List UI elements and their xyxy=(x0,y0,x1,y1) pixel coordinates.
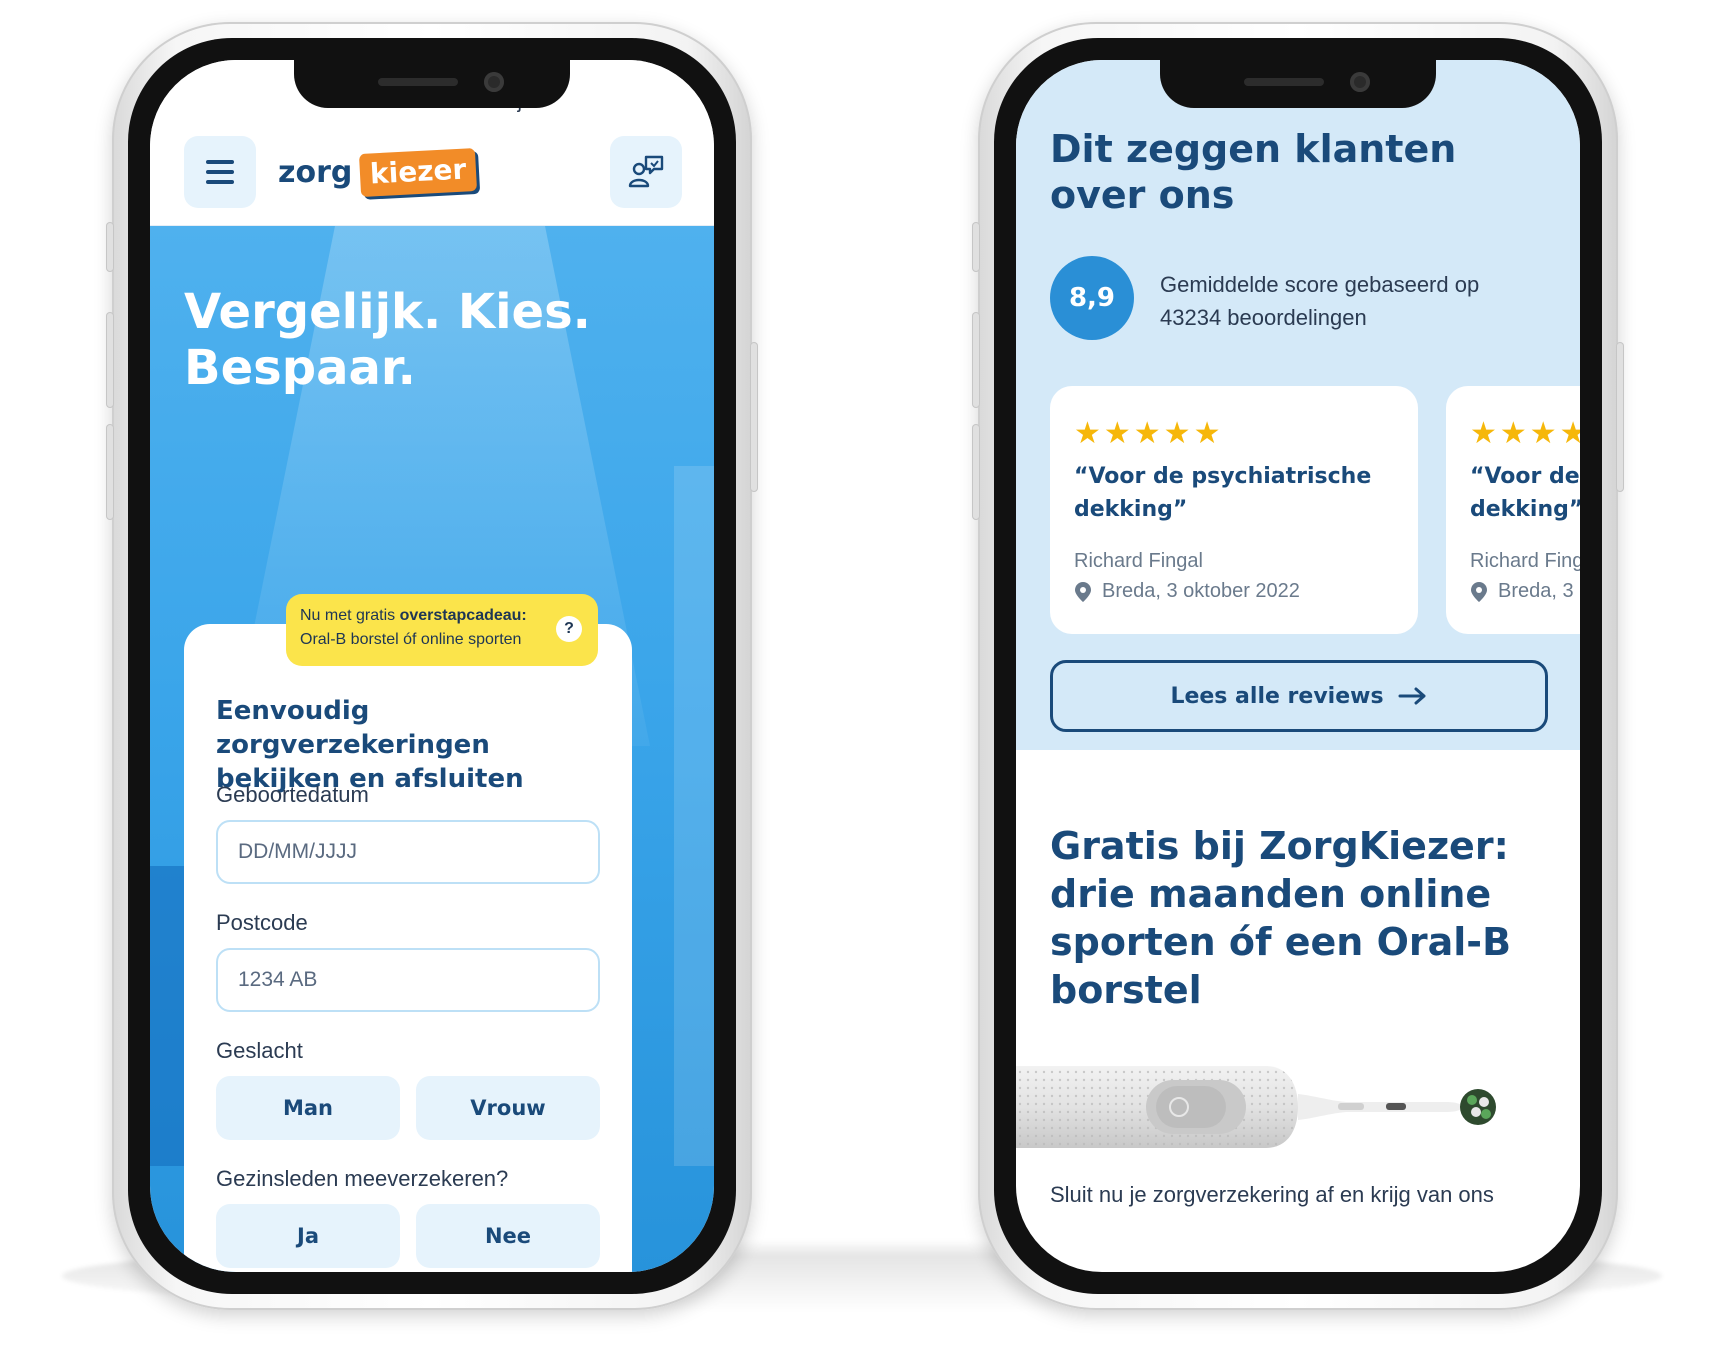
review-quote: “Voor de psychiatrische dekking” xyxy=(1470,464,1580,522)
family-yes-button[interactable]: Ja xyxy=(216,1204,400,1268)
hero-section: Vergelijk. Kies. Bespaar. Nu met gratis … xyxy=(150,226,714,1272)
reviews-title: Dit zeggen klanten over ons xyxy=(1050,127,1457,217)
read-all-reviews-label: Lees alle reviews xyxy=(1170,683,1384,709)
hero-title: Vergelijk. Kies. Bespaar. xyxy=(184,284,591,396)
phone-left: ✓ 100% onafhankelijk zorg kiezer xyxy=(106,22,758,1310)
location-pin-icon xyxy=(1471,581,1487,602)
mute-switch xyxy=(106,222,114,272)
score-description: Gemiddelde score gebaseerd op 43234 beoo… xyxy=(1160,272,1480,330)
phone-right: Dit zeggen klanten over ons 8,9 Gemiddel… xyxy=(972,22,1624,1310)
postcode-label: Postcode xyxy=(216,910,308,935)
site-header: zorg kiezer xyxy=(150,118,714,226)
hamburger-icon-line xyxy=(206,160,234,164)
hero-background-shape xyxy=(674,466,714,1166)
review-location: Breda, 3 oktober 2022 xyxy=(1074,580,1300,603)
arrow-right-icon xyxy=(1398,687,1426,705)
volume-up-button xyxy=(972,312,980,408)
volume-down-button xyxy=(106,424,114,520)
family-label: Gezinsleden meeverzekeren? xyxy=(216,1166,509,1191)
birthdate-label: Geboortedatum xyxy=(216,782,369,807)
star-rating-icon: ★★★★★ xyxy=(1470,416,1580,451)
family-no-button[interactable]: Nee xyxy=(416,1204,600,1268)
help-icon[interactable]: ? xyxy=(556,616,582,642)
volume-down-button xyxy=(972,424,980,520)
chat-button[interactable] xyxy=(610,136,682,208)
postcode-input[interactable]: 1234 AB xyxy=(216,948,600,1012)
gender-man-button[interactable]: Man xyxy=(216,1076,400,1140)
gender-woman-button[interactable]: Vrouw xyxy=(416,1076,600,1140)
gift-title: Gratis bij ZorgKiezer: drie maanden onli… xyxy=(1050,824,1512,1012)
power-button xyxy=(750,342,758,492)
hamburger-icon-line xyxy=(206,180,234,184)
location-pin-icon xyxy=(1075,581,1091,602)
review-place-date: Breda, 3 oktober 2022 xyxy=(1498,580,1580,602)
read-all-reviews-button[interactable]: Lees alle reviews xyxy=(1050,660,1548,732)
birthdate-input[interactable]: DD/MM/JJJJ xyxy=(216,820,600,884)
review-author: Richard Fingal xyxy=(1074,550,1203,572)
notch xyxy=(1160,60,1436,108)
form-title: Eenvoudig zorgverzekeringen bekijken en … xyxy=(216,696,524,794)
phone-screen: Dit zeggen klanten over ons 8,9 Gemiddel… xyxy=(1016,60,1580,1272)
promo-banner: Nu met gratis overstapcadeau: Oral-B bor… xyxy=(286,594,598,666)
speaker xyxy=(378,78,458,86)
toothbrush-image xyxy=(1016,1066,1496,1148)
review-card[interactable]: ★★★★★ “Voor de psychiatrische dekking” R… xyxy=(1050,386,1418,634)
promo-line-1: Nu met gratis overstapcadeau: xyxy=(300,604,584,628)
camera xyxy=(1350,72,1370,92)
promo-prefix: Nu met gratis xyxy=(300,607,400,624)
chat-person-icon xyxy=(628,155,664,188)
zorgkiezer-logo[interactable]: zorg kiezer xyxy=(278,142,478,202)
quote-form-card: Eenvoudig zorgverzekeringen bekijken en … xyxy=(184,624,632,1272)
review-place-date: Breda, 3 oktober 2022 xyxy=(1102,580,1300,602)
camera xyxy=(484,72,504,92)
promo-bold: overstapcadeau: xyxy=(399,607,527,624)
review-location: Breda, 3 oktober 2022 xyxy=(1470,580,1580,603)
logo-text-kiezer: kiezer xyxy=(359,147,478,197)
gift-body-text: Sluit nu je zorgverzekering af en krijg … xyxy=(1050,1182,1494,1207)
volume-up-button xyxy=(106,312,114,408)
mute-switch xyxy=(972,222,980,272)
review-card[interactable]: ★★★★★ “Voor de psychiatrische dekking” R… xyxy=(1446,386,1580,634)
review-author: Richard Fingal xyxy=(1470,550,1580,572)
phone-screen: ✓ 100% onafhankelijk zorg kiezer xyxy=(150,60,714,1272)
reviews-section: Dit zeggen klanten over ons 8,9 Gemiddel… xyxy=(1016,60,1580,750)
phone-bezel: Dit zeggen klanten over ons 8,9 Gemiddel… xyxy=(994,38,1602,1294)
star-rating-icon: ★★★★★ xyxy=(1074,416,1224,451)
review-quote: “Voor de psychiatrische dekking” xyxy=(1074,464,1372,522)
notch xyxy=(294,60,570,108)
logo-text-zorg: zorg xyxy=(278,154,353,190)
score-badge: 8,9 xyxy=(1050,256,1134,340)
hamburger-icon-line xyxy=(206,170,234,174)
power-button xyxy=(1616,342,1624,492)
brush-head xyxy=(1460,1089,1496,1125)
promo-line-2: Oral-B borstel óf online sporten xyxy=(300,631,522,648)
menu-button[interactable] xyxy=(184,136,256,208)
gender-label: Geslacht xyxy=(216,1038,303,1063)
phone-bezel: ✓ 100% onafhankelijk zorg kiezer xyxy=(128,38,736,1294)
speaker xyxy=(1244,78,1324,86)
